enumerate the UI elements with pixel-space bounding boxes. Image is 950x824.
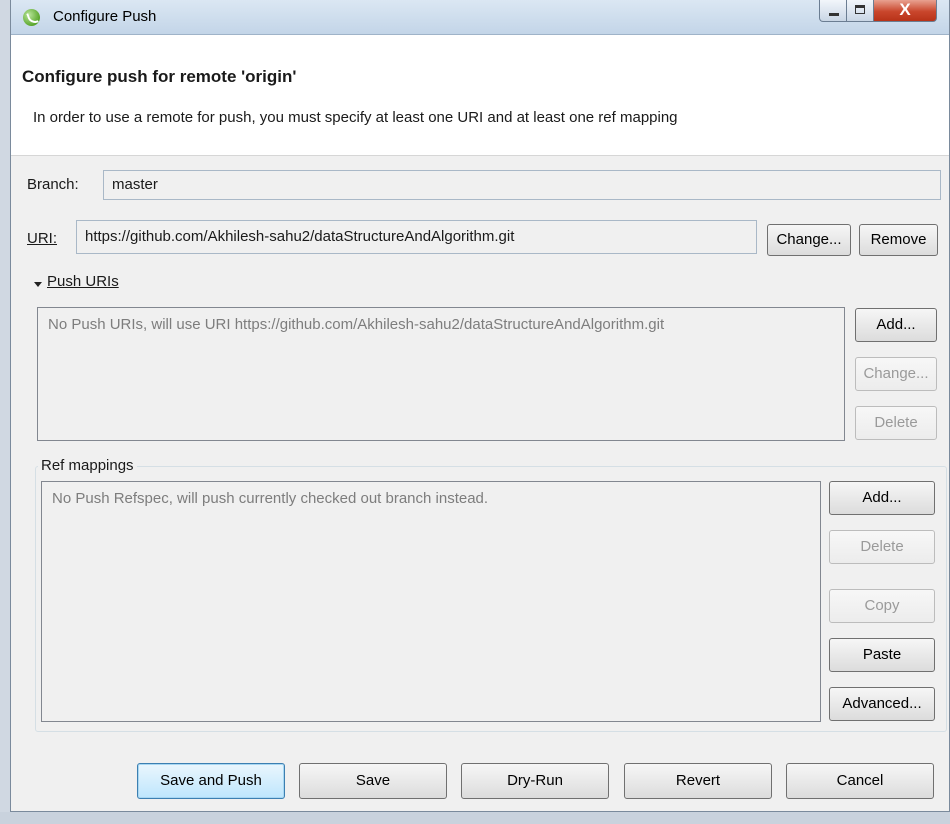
push-uri-add-button[interactable]: Add...: [855, 308, 937, 342]
close-button[interactable]: X: [873, 0, 937, 22]
dialog-description: In order to use a remote for push, you m…: [33, 109, 678, 126]
ref-mappings-label: Ref mappings: [38, 457, 137, 474]
cancel-button[interactable]: Cancel: [786, 763, 934, 799]
revert-button[interactable]: Revert: [624, 763, 772, 799]
maximize-icon: [855, 5, 865, 14]
title-bar[interactable]: Configure Push X: [11, 0, 949, 35]
close-icon: X: [899, 0, 911, 19]
window-title: Configure Push: [53, 8, 157, 25]
branch-field[interactable]: master: [103, 170, 941, 200]
save-and-push-button[interactable]: Save and Push: [137, 763, 285, 799]
ref-mapping-add-button[interactable]: Add...: [829, 481, 935, 515]
minimize-icon: [829, 13, 839, 16]
dialog-heading: Configure push for remote 'origin': [22, 67, 297, 86]
ref-mappings-empty-text: No Push Refspec, will push currently che…: [52, 490, 489, 507]
push-uris-section-toggle[interactable]: Push URIs: [47, 273, 119, 290]
background-desktop-bottom: [0, 812, 950, 824]
uri-label: URI:: [27, 230, 57, 247]
configure-push-dialog: Configure Push X Configure push for remo…: [10, 0, 950, 812]
ref-mapping-paste-button[interactable]: Paste: [829, 638, 935, 672]
ref-mapping-delete-button[interactable]: Delete: [829, 530, 935, 564]
uri-field[interactable]: https://github.com/Akhilesh-sahu2/dataSt…: [76, 220, 757, 254]
caret-down-icon[interactable]: [34, 282, 42, 287]
minimize-button[interactable]: [819, 0, 847, 22]
ref-mapping-copy-button[interactable]: Copy: [829, 589, 935, 623]
uri-remove-button[interactable]: Remove: [859, 224, 938, 256]
ref-mapping-advanced-button[interactable]: Advanced...: [829, 687, 935, 721]
push-uri-delete-button[interactable]: Delete: [855, 406, 937, 440]
ref-mappings-list[interactable]: No Push Refspec, will push currently che…: [41, 481, 821, 722]
dialog-header: Configure push for remote 'origin' In or…: [11, 35, 949, 156]
push-uris-list[interactable]: No Push URIs, will use URI https://githu…: [37, 307, 845, 441]
uri-change-button[interactable]: Change...: [767, 224, 851, 256]
maximize-button[interactable]: [846, 0, 874, 22]
push-uris-empty-text: No Push URIs, will use URI https://githu…: [48, 316, 665, 333]
save-button[interactable]: Save: [299, 763, 447, 799]
eclipse-spring-icon: [23, 9, 40, 26]
branch-label: Branch:: [27, 176, 79, 193]
dry-run-button[interactable]: Dry-Run: [461, 763, 609, 799]
push-uri-change-button[interactable]: Change...: [855, 357, 937, 391]
